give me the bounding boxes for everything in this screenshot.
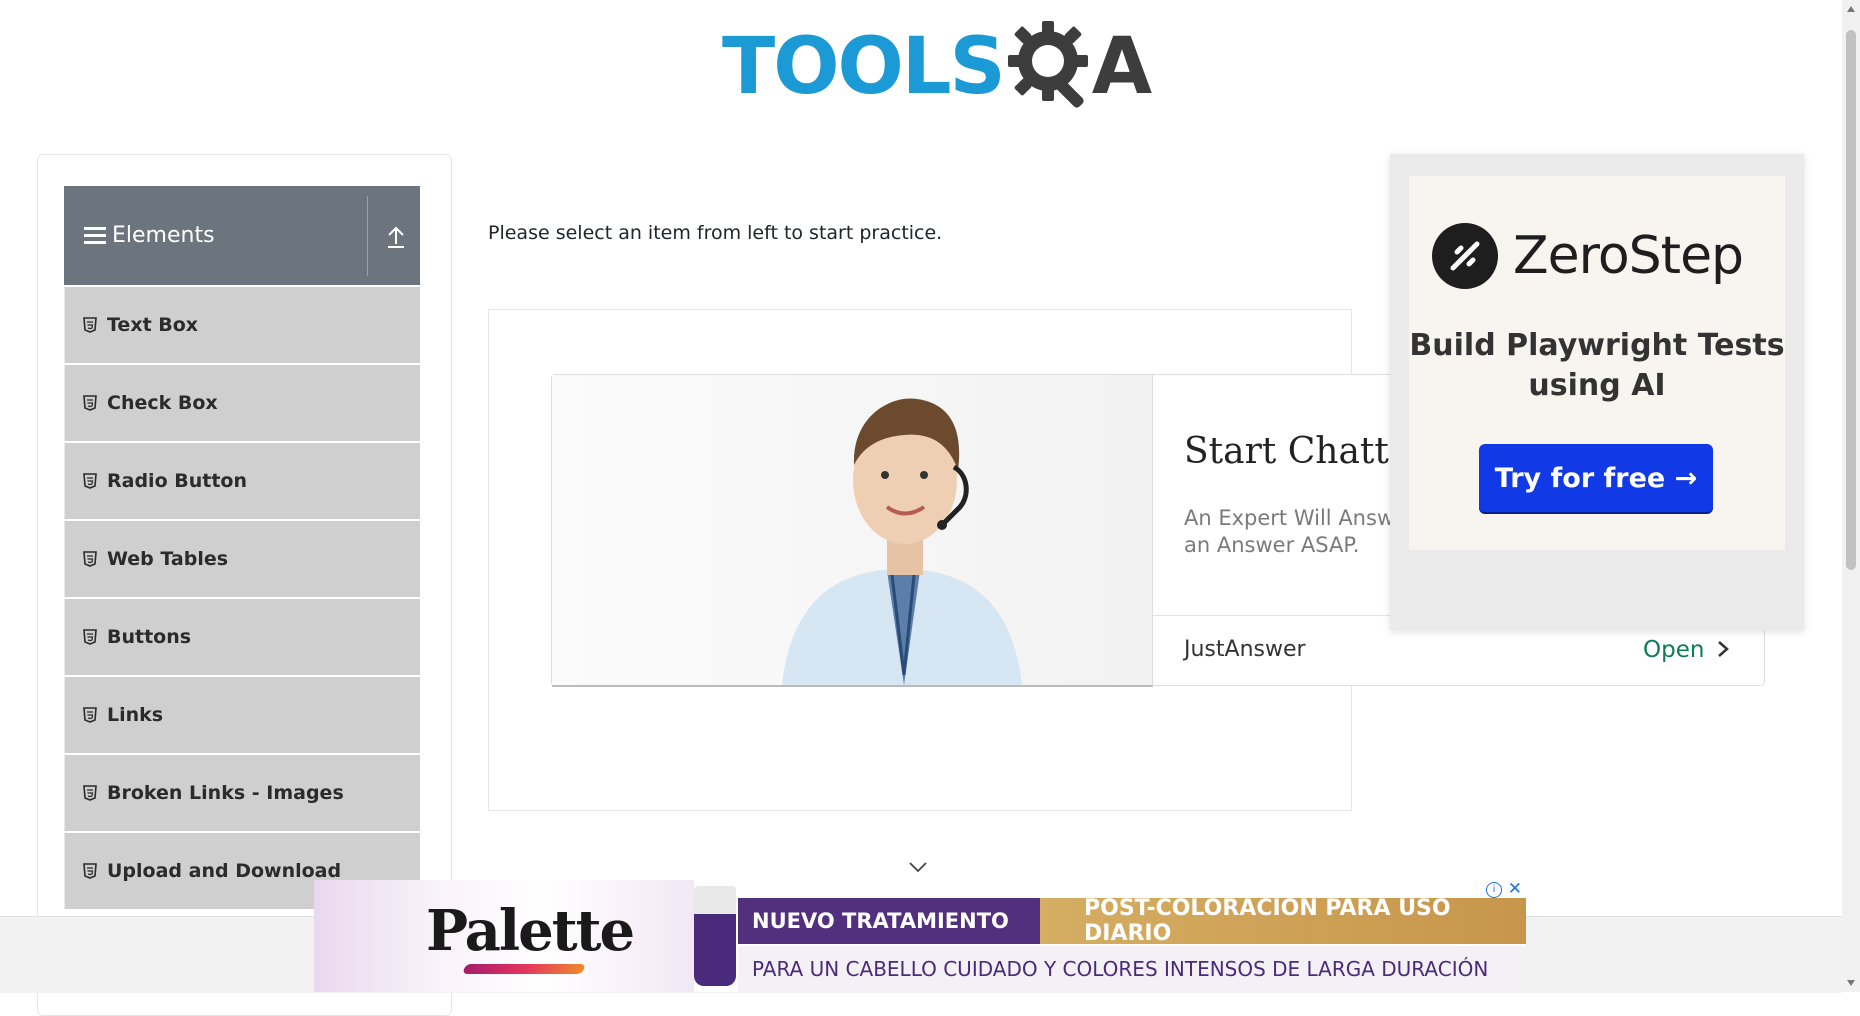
chevron-right-icon (1717, 641, 1729, 657)
sidebar-item-label: Check Box (107, 392, 218, 414)
ad-brand: JustAnswer (1184, 637, 1306, 662)
sidebar-item-label: Broken Links - Images (107, 782, 344, 804)
toolsqa-logo[interactable]: TOOLS A (722, 18, 1152, 116)
zerostep-ad[interactable]: ZeroStep Build Playwright Tests using AI… (1390, 154, 1804, 630)
sidebar-item-links[interactable]: Links (64, 675, 420, 753)
sidebar-item-label: Text Box (107, 314, 199, 336)
html5-icon (83, 317, 97, 333)
scroll-up-arrow-icon[interactable] (1847, 6, 1855, 12)
banner-line2: PARA UN CABELLO CUIDADO Y COLORES INTENS… (738, 946, 1526, 992)
banner-line1-left: NUEVO TRATAMIENTO (738, 898, 1040, 944)
html5-icon (83, 551, 97, 567)
vertical-scrollbar[interactable] (1842, 0, 1860, 992)
agent-illustration (782, 398, 1022, 685)
ad-open-link[interactable]: Open (1643, 637, 1730, 663)
html5-icon (83, 707, 97, 723)
product-tube-image (694, 886, 736, 986)
group-title: Elements (112, 223, 215, 248)
zerostep-card: ZeroStep Build Playwright Tests using AI… (1409, 176, 1785, 550)
elements-menu: Text Box Check Box Radio Button Web Tabl… (64, 285, 420, 909)
sidebar-item-label: Web Tables (107, 548, 229, 570)
agent-photo (552, 375, 1153, 687)
scrollbar-thumb[interactable] (1846, 30, 1856, 570)
zerostep-name: ZeroStep (1513, 226, 1744, 286)
palette-banner-ad[interactable]: Palette NUEVO TRATAMIENTO POST-COLORACIÓ… (314, 880, 1526, 992)
html5-icon (83, 785, 97, 801)
scroll-down-arrow-icon[interactable] (1847, 980, 1855, 986)
banner-line1-right: POST-COLORACIÓN PARA USO DIARIO (1040, 896, 1526, 946)
logo-text-a: A (1091, 22, 1153, 112)
zerostep-tagline: Build Playwright Tests using AI (1409, 328, 1785, 403)
sidebar-item-broken-links[interactable]: Broken Links - Images (64, 753, 420, 831)
zerostep-logo: ZeroStep (1431, 222, 1744, 290)
chevron-down-icon[interactable] (908, 860, 928, 874)
palette-swoosh (462, 964, 586, 974)
sidebar-item-buttons[interactable]: Buttons (64, 597, 420, 675)
ad-info-icon[interactable]: i (1486, 882, 1502, 898)
elements-group-header[interactable]: Elements (64, 186, 420, 285)
html5-icon (83, 473, 97, 489)
logo-text-tools: TOOLS (722, 22, 1006, 112)
sidebar-item-label: Radio Button (107, 470, 247, 492)
html5-icon (83, 629, 97, 645)
try-for-free-button[interactable]: Try for free → (1479, 444, 1713, 512)
palette-logo: Palette (426, 898, 635, 964)
collapse-arrow-icon[interactable] (384, 222, 408, 250)
html5-icon (83, 395, 97, 411)
open-label: Open (1643, 637, 1705, 663)
ad-close-icon[interactable]: ✕ (1508, 880, 1522, 898)
header-divider (367, 196, 368, 276)
sidebar-item-label: Buttons (107, 626, 192, 648)
sidebar-item-text-box[interactable]: Text Box (64, 285, 420, 363)
sidebar-item-check-box[interactable]: Check Box (64, 363, 420, 441)
hamburger-icon (84, 223, 106, 248)
sidebar-item-label: Links (107, 704, 164, 726)
sidebar-item-label: Upload and Download (107, 860, 342, 882)
sidebar-item-radio-button[interactable]: Radio Button (64, 441, 420, 519)
zerostep-logo-icon (1432, 223, 1498, 289)
html5-icon (83, 863, 97, 879)
gear-magnifier-icon (1007, 21, 1088, 108)
sidebar-item-web-tables[interactable]: Web Tables (64, 519, 420, 597)
intro-text: Please select an item from left to start… (488, 222, 943, 244)
